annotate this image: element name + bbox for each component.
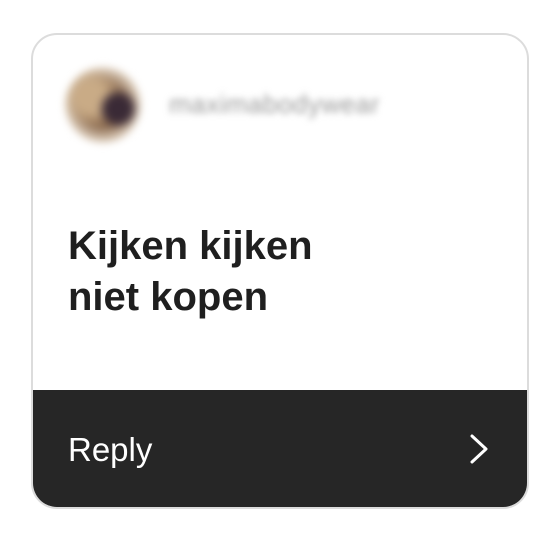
- message-card: maximabodywear Kijken kijken niet kopen …: [31, 33, 529, 509]
- message-header: maximabodywear: [33, 35, 527, 175]
- sender-username[interactable]: maximabodywear: [169, 89, 380, 120]
- reply-button[interactable]: Reply: [33, 390, 527, 507]
- chevron-right-icon: [467, 432, 491, 466]
- message-text: Kijken kijken niet kopen: [68, 224, 313, 319]
- reply-label: Reply: [68, 431, 153, 468]
- avatar[interactable]: [65, 67, 141, 143]
